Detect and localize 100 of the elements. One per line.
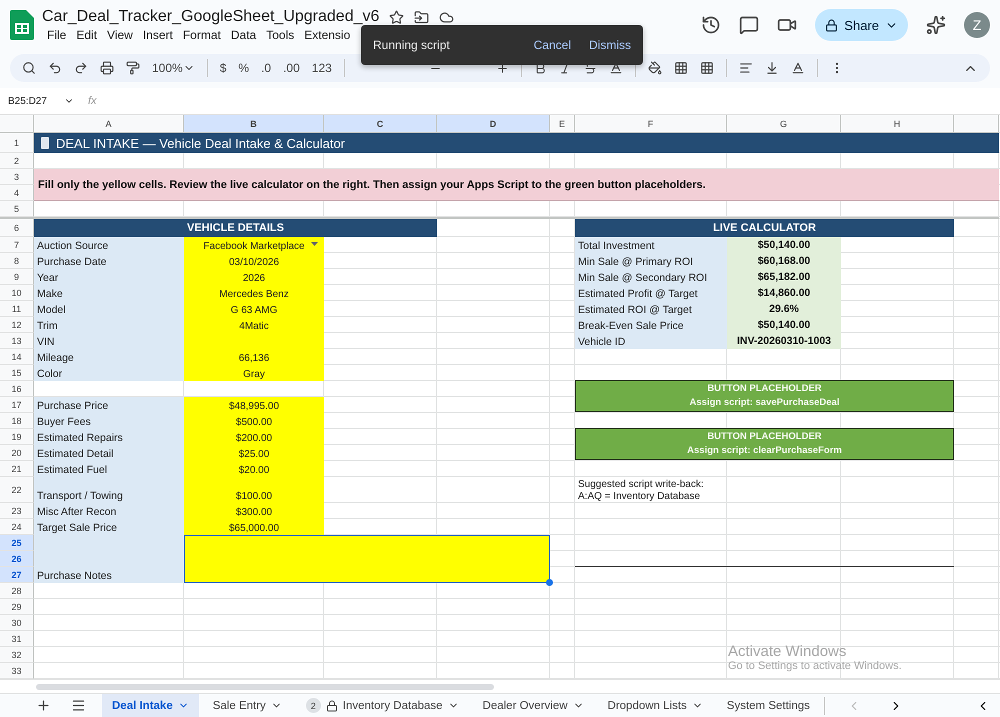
document-title[interactable]: Car_Deal_Tracker_GoogleSheet_Upgraded_v6: [42, 8, 380, 26]
row-header[interactable]: 4: [0, 185, 34, 201]
input-cell[interactable]: G 63 AMG: [184, 301, 324, 317]
column-header[interactable]: G: [727, 115, 841, 133]
row-header[interactable]: 2: [0, 153, 34, 169]
row-header[interactable]: 15: [0, 365, 34, 381]
search-icon[interactable]: [22, 61, 36, 75]
menu-item[interactable]: File: [42, 28, 72, 42]
star-icon[interactable]: [389, 10, 404, 24]
column-header[interactable]: F: [575, 115, 727, 133]
notes-field[interactable]: [184, 535, 550, 583]
comment-icon[interactable]: [739, 15, 760, 35]
text-rotation-icon[interactable]: [790, 61, 805, 75]
row-header[interactable]: 11: [0, 301, 34, 317]
column-header[interactable]: A: [34, 115, 184, 133]
row-header[interactable]: 24: [0, 519, 34, 535]
column-header[interactable]: E: [550, 115, 575, 133]
input-cell[interactable]: $200.00: [184, 429, 324, 445]
menu-item[interactable]: View: [102, 28, 138, 42]
column-header[interactable]: H: [841, 115, 954, 133]
input-cell[interactable]: $20.00: [184, 461, 324, 477]
name-box[interactable]: B25:D27: [8, 96, 74, 106]
row-header[interactable]: 10: [0, 285, 34, 301]
sheet-list-icon[interactable]: [71, 698, 86, 713]
menu-item[interactable]: Extensio: [299, 28, 356, 42]
input-cell[interactable]: 2026: [184, 269, 324, 285]
column-header[interactable]: C: [324, 115, 437, 133]
format-button[interactable]: .0: [261, 61, 272, 75]
menu-item[interactable]: Edit: [71, 28, 102, 42]
row-header[interactable]: 13: [0, 333, 34, 349]
row-header[interactable]: 29: [0, 599, 34, 615]
paint-format-icon[interactable]: [126, 61, 140, 75]
move-folder-icon[interactable]: [414, 10, 430, 24]
toast-action[interactable]: Cancel: [534, 38, 571, 52]
row-header[interactable]: 28: [0, 583, 34, 599]
row-header[interactable]: 3: [0, 169, 34, 185]
input-cell[interactable]: $500.00: [184, 413, 324, 429]
avatar[interactable]: Z: [964, 12, 990, 38]
dropdown-cell[interactable]: Facebook Marketplace: [184, 237, 324, 253]
toast-action[interactable]: Dismiss: [589, 38, 631, 52]
history-icon[interactable]: [701, 15, 722, 35]
row-header[interactable]: 21: [0, 461, 34, 477]
redo-icon[interactable]: [74, 61, 88, 75]
row-header[interactable]: 32: [0, 647, 34, 663]
sheet-tab[interactable]: System Settings: [716, 694, 820, 717]
row-header[interactable]: 9: [0, 269, 34, 285]
format-button[interactable]: 123: [312, 61, 332, 75]
input-cell[interactable]: 66,136: [184, 349, 324, 365]
input-cell[interactable]: $65,000.00: [184, 519, 324, 535]
row-header[interactable]: 22: [0, 477, 34, 503]
input-cell[interactable]: $25.00: [184, 445, 324, 461]
column-header[interactable]: D: [437, 115, 550, 133]
input-cell[interactable]: Mercedes Benz: [184, 285, 324, 301]
menu-item[interactable]: Insert: [138, 28, 178, 42]
row-header[interactable]: 19: [0, 429, 34, 445]
row-header[interactable]: 7: [0, 237, 34, 253]
share-button[interactable]: Share: [815, 9, 908, 41]
row-header[interactable]: 16: [0, 381, 34, 397]
sheet-tab[interactable]: Deal Intake: [102, 694, 199, 717]
sheet-tab[interactable]: 2 Inventory Database: [296, 694, 469, 717]
input-cell[interactable]: $300.00: [184, 503, 324, 519]
sparkle-icon[interactable]: [926, 15, 946, 35]
row-header[interactable]: 27: [0, 567, 34, 583]
input-cell[interactable]: $100.00: [184, 477, 324, 503]
row-header[interactable]: 33: [0, 663, 34, 679]
row-header[interactable]: 5: [0, 201, 34, 217]
vertical-align-icon[interactable]: [764, 61, 779, 75]
row-header[interactable]: 20: [0, 445, 34, 461]
row-header[interactable]: 23: [0, 503, 34, 519]
align-icon[interactable]: [738, 61, 753, 75]
row-header[interactable]: 8: [0, 253, 34, 269]
input-cell[interactable]: 4Matic: [184, 317, 324, 333]
row-header[interactable]: 14: [0, 349, 34, 365]
sheet-tab[interactable]: Dealer Overview: [472, 694, 594, 717]
undo-icon[interactable]: [48, 61, 62, 75]
row-header[interactable]: 1: [0, 133, 34, 153]
format-button[interactable]: .00: [283, 61, 300, 75]
add-sheet-icon[interactable]: [36, 698, 51, 713]
sheet-tab[interactable]: Sale Entry: [202, 694, 292, 717]
row-header[interactable]: 31: [0, 631, 34, 647]
input-cell[interactable]: Gray: [184, 365, 324, 381]
column-header[interactable]: B: [184, 115, 324, 133]
menu-item[interactable]: Format: [178, 28, 226, 42]
row-header[interactable]: 12: [0, 317, 34, 333]
row-header[interactable]: 18: [0, 413, 34, 429]
row-header[interactable]: 26: [0, 551, 34, 567]
row-header[interactable]: 6: [0, 219, 34, 237]
format-button[interactable]: %: [238, 61, 250, 75]
zoom-select[interactable]: 100%: [152, 61, 195, 75]
row-header[interactable]: 25: [0, 535, 34, 551]
sheet-tab[interactable]: Dropdown Lists: [598, 694, 713, 717]
row-header[interactable]: 17: [0, 397, 34, 413]
menu-item[interactable]: Tools: [261, 28, 300, 42]
input-cell[interactable]: 03/10/2026: [184, 253, 324, 269]
print-icon[interactable]: [100, 61, 114, 75]
fill-color-icon[interactable]: [648, 61, 662, 75]
row-header[interactable]: 30: [0, 615, 34, 631]
format-button[interactable]: $: [220, 61, 226, 75]
menu-item[interactable]: Data: [226, 28, 262, 42]
scrollbar-thumb[interactable]: [36, 684, 494, 690]
